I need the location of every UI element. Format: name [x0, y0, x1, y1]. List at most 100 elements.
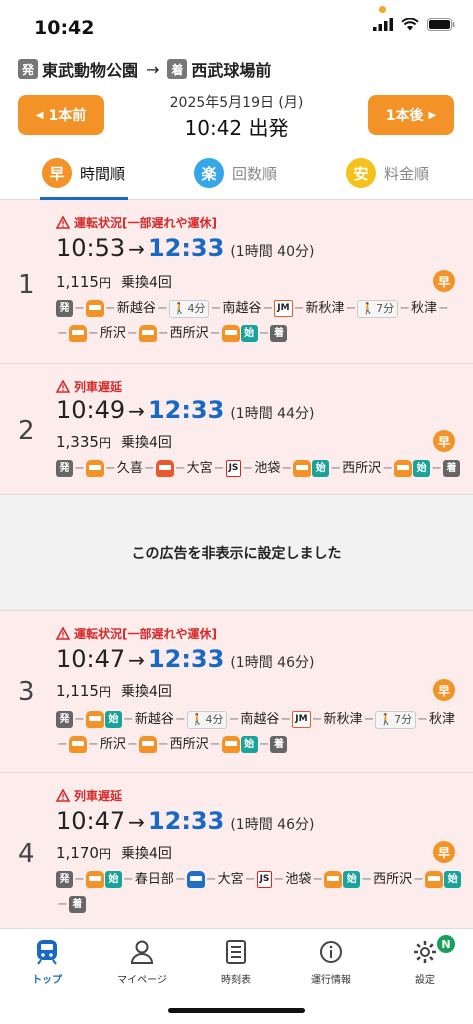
route-arrow: →: [146, 59, 160, 79]
start-badge: 始: [343, 871, 361, 888]
station: 西所沢: [373, 872, 413, 887]
nav-label: 設定: [415, 975, 435, 986]
status-time: 10:42: [34, 17, 95, 39]
fast-badge: 早: [433, 430, 455, 452]
train-icon: [85, 460, 104, 477]
result-number: 1: [18, 270, 35, 300]
walk-icon: 🚶: [379, 713, 394, 726]
route-result-1[interactable]: 運転状況[一部遅れや運休] 10:53 → 12:33 (1時間 40分) 1 …: [0, 200, 473, 364]
dep-badge: 発: [56, 871, 73, 888]
fare: 1,170: [56, 844, 99, 862]
result-number: 3: [18, 677, 35, 707]
walk-segment: 🚶 7分: [357, 299, 399, 318]
yen: 円: [98, 685, 111, 699]
to-station: 西武球場前: [191, 61, 272, 80]
nav-label: トップ: [32, 975, 62, 986]
arr-time: 12:33: [147, 645, 225, 673]
warning-icon: [56, 216, 70, 229]
nav-service-info[interactable]: 運行情報: [284, 939, 378, 986]
train-icon: [68, 736, 87, 753]
train-icon: [324, 871, 343, 888]
walk-icon: 🚶: [190, 713, 205, 726]
fare: 1,115: [56, 273, 99, 291]
train-icon: [394, 460, 413, 477]
route-line: 発 − 始 − 新越谷 − 🚶 4分 − 南越谷 − JM − 新秋津 − 🚶 7分 − 秋津 − − 所沢 − − 西所沢 − 始…: [56, 707, 456, 757]
warning-icon: [56, 380, 70, 393]
route-result-2[interactable]: 列車遅延 10:49 → 12:33 (1時間 44分) 2 1,335円 乗換4…: [0, 364, 473, 495]
nav-top[interactable]: トップ: [0, 939, 94, 986]
arr-badge: 着: [442, 460, 460, 477]
arr-badge: 着: [270, 736, 288, 753]
nav-timetable[interactable]: 時刻表: [189, 939, 283, 986]
train-home-icon: [37, 940, 57, 965]
arr-badge: 着: [68, 896, 86, 913]
status-bar: 10:42: [0, 0, 473, 50]
arr-badge: 着: [270, 325, 288, 342]
tab-label: 料金順: [384, 164, 430, 183]
train-icon: [221, 325, 240, 342]
fare: 1,115: [56, 682, 99, 700]
new-badge: N: [437, 935, 455, 953]
arrow: →: [128, 237, 145, 261]
time-row: 10:53 → 12:33 (1時間 40分): [56, 234, 314, 262]
route-result-4[interactable]: 列車遅延 10:47 → 12:33 (1時間 46分) 4 1,170円 乗換4…: [0, 773, 473, 928]
nav-mypage[interactable]: マイページ: [95, 939, 189, 986]
route-result-3[interactable]: 運転状況[一部遅れや運休] 10:47 → 12:33 (1時間 46分) 3 …: [0, 611, 473, 773]
sort-tabs: 早 時間順 楽 回数順 安 料金順: [0, 150, 473, 200]
arr-time: 12:33: [147, 234, 225, 262]
arrow: →: [128, 399, 145, 423]
yen: 円: [98, 847, 111, 861]
train-icon: [155, 460, 174, 477]
train-icon: [186, 871, 205, 888]
fast-badge: 早: [433, 270, 455, 292]
station: 所沢: [99, 326, 126, 341]
train-icon: [293, 460, 312, 477]
fare-row: 1,115円 乗換4回: [56, 272, 172, 292]
station: 南越谷: [240, 712, 280, 727]
nav-settings[interactable]: 設定: [378, 939, 472, 986]
person-icon: [130, 940, 154, 964]
walk-segment: 🚶 4分: [168, 299, 210, 318]
from-badge: 発: [18, 59, 38, 79]
nav-label: 運行情報: [311, 975, 351, 986]
service-warning: 運転状況[一部遅れや運休]: [56, 625, 217, 642]
station: 秋津: [429, 712, 456, 727]
signal-icon: [373, 18, 393, 31]
gear-icon: [414, 941, 436, 963]
start-badge: 始: [104, 871, 122, 888]
tab-transfer-order[interactable]: 楽 回数順: [194, 158, 277, 188]
route-header: 発 東武動物公園 → 着 西武球場前: [18, 57, 271, 81]
dep-time: 10:53: [56, 234, 126, 262]
station: 新秋津: [305, 301, 345, 316]
service-warning: 列車遅延: [56, 378, 122, 395]
station: 西所沢: [169, 737, 209, 752]
nav-label: 時刻表: [221, 975, 251, 986]
train-icon: [425, 871, 444, 888]
dep-time: 10:47: [56, 645, 126, 673]
arrow: →: [128, 648, 145, 672]
duration: (1時間 46分): [230, 655, 315, 671]
start-badge: 始: [444, 871, 462, 888]
tab-label: 回数順: [232, 164, 278, 183]
dep-time: 10:47: [56, 807, 126, 835]
route-line: 発 − − 久喜 − − 大宮 − JS − 池袋 − 始 − 西所沢 − 始 − 着: [56, 456, 460, 481]
walk-segment: 🚶 7分: [375, 710, 417, 729]
warning-icon: [56, 627, 70, 640]
transfers: 乗換4回: [120, 846, 172, 862]
warning-icon: [56, 789, 70, 802]
wifi-icon: [401, 18, 419, 31]
battery-icon: [427, 18, 455, 31]
start-badge: 始: [413, 460, 431, 477]
duration: (1時間 44分): [230, 406, 315, 422]
duration: (1時間 40分): [230, 244, 315, 260]
train-icon: [138, 325, 157, 342]
tab-time-order[interactable]: 早 時間順: [42, 158, 125, 188]
warning-text: 運転状況[一部遅れや運休]: [74, 627, 217, 641]
time-row: 10:47 → 12:33 (1時間 46分): [56, 807, 314, 835]
home-indicator: [168, 1008, 305, 1013]
train-icon: [85, 300, 104, 317]
route-line: 発 − − 新越谷 − 🚶 4分 − 南越谷 − JM − 新秋津 − 🚶 7分 − 秋津 − − − 所沢 − − 西所沢 − 始…: [56, 296, 456, 346]
tab-fare-order[interactable]: 安 料金順: [346, 158, 429, 188]
start-badge: 始: [240, 325, 258, 342]
next-train-button[interactable]: 1本後 ▶: [368, 95, 454, 135]
